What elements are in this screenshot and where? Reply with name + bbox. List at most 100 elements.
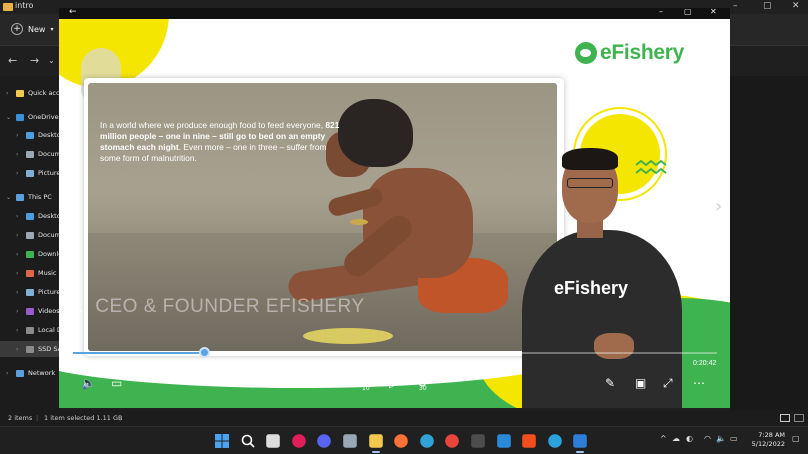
efishery-logo: eFishery xyxy=(575,41,684,65)
pictures-folder-icon xyxy=(26,169,34,177)
chevron-right-icon[interactable]: › xyxy=(16,327,22,334)
sidebar-item[interactable]: › Quick acc xyxy=(6,86,60,100)
status-divider: | xyxy=(119,414,122,422)
system-clock[interactable]: 7:28 AM 5/12/2022 xyxy=(751,431,785,449)
battery-icon[interactable]: ▭ xyxy=(730,434,738,443)
taskbar: ^ ☁ ◐ ◠ 🔈 ▭ 7:28 AM 5/12/2022 ▢ xyxy=(0,426,808,454)
volume-icon[interactable]: 🔈 xyxy=(81,376,96,390)
terminal-icon[interactable] xyxy=(471,434,485,448)
chevron-right-icon[interactable]: › xyxy=(16,289,22,296)
chevron-right-icon[interactable]: › xyxy=(16,132,22,139)
back-arrow-icon[interactable]: ← xyxy=(8,54,17,67)
star-icon xyxy=(16,89,24,97)
tiles-view-icon[interactable] xyxy=(794,414,804,422)
minimize-button[interactable]: – xyxy=(659,8,663,16)
more-options-icon[interactable]: ⋯ xyxy=(693,376,705,390)
notifications-icon[interactable]: ▢ xyxy=(792,434,800,443)
firefox-icon[interactable] xyxy=(394,434,408,448)
volume-icon[interactable]: 🔈 xyxy=(716,434,726,443)
sidebar-item[interactable]: › Videos xyxy=(16,304,60,318)
search-icon[interactable] xyxy=(240,433,256,449)
sidebar-item[interactable]: ⌄ This PC xyxy=(6,190,52,204)
skip-back-seconds: 10 xyxy=(362,385,370,392)
explorer-close-button[interactable]: ✕ xyxy=(792,1,800,11)
sidebar-item-label: Videos xyxy=(38,307,60,315)
sidebar-item[interactable]: › Pictures xyxy=(16,285,64,299)
new-button-label: New xyxy=(28,24,46,34)
file-explorer-icon[interactable] xyxy=(368,434,383,448)
new-button[interactable]: + New ▾ xyxy=(11,23,53,35)
chevron-right-icon[interactable]: › xyxy=(16,251,22,258)
settings-icon[interactable] xyxy=(343,434,357,448)
telegram-icon[interactable] xyxy=(547,434,562,448)
sidebar-item[interactable]: › Music xyxy=(16,266,57,280)
sidebar-item-label: This PC xyxy=(28,193,52,201)
mini-view-icon[interactable]: ▣ xyxy=(635,376,646,390)
headphones-icon[interactable]: ◐ xyxy=(686,434,693,443)
chevron-right-icon[interactable]: › xyxy=(715,196,722,217)
chevron-up-icon[interactable]: ^ xyxy=(660,434,667,443)
back-arrow-icon[interactable]: ← xyxy=(69,8,77,17)
vscode-icon[interactable] xyxy=(496,434,511,448)
edge-icon[interactable] xyxy=(419,434,434,448)
sidebar-item[interactable]: › Docume xyxy=(16,228,65,242)
fullscreen-icon[interactable]: ⤢ xyxy=(663,376,673,391)
total-duration: 0:20:42 xyxy=(693,360,717,367)
network-icon xyxy=(16,369,24,377)
maximize-button[interactable]: ▢ xyxy=(684,8,692,16)
presenter-video: eFishery xyxy=(522,148,697,408)
cloud-icon[interactable]: ☁ xyxy=(672,434,680,443)
media-player-icon[interactable] xyxy=(573,434,588,448)
sidebar-item[interactable]: › Downlo xyxy=(16,247,62,261)
explorer-content-area xyxy=(730,76,808,410)
status-bar: 2 items | 1 item selected 1.11 GB | xyxy=(0,410,808,426)
chevron-right-icon[interactable]: › xyxy=(16,170,22,177)
discord-icon[interactable] xyxy=(317,434,332,448)
sidebar-item-label: Music xyxy=(38,269,57,277)
start-icon[interactable] xyxy=(214,433,230,449)
edit-icon[interactable]: ✎ xyxy=(605,376,615,390)
drive-icon xyxy=(26,326,34,334)
explorer-maximize-button[interactable]: ▢ xyxy=(763,1,772,11)
documents-folder-icon xyxy=(26,231,34,239)
wifi-icon[interactable]: ◠ xyxy=(704,434,711,443)
chevron-down-icon[interactable]: ⌄ xyxy=(48,56,55,65)
forward-arrow-icon[interactable]: → xyxy=(30,54,39,67)
sidebar-item[interactable]: › Desktop xyxy=(16,128,65,142)
desktop-folder-icon xyxy=(26,212,34,220)
clock-date: 5/12/2022 xyxy=(751,440,785,448)
explorer-minimize-button[interactable]: – xyxy=(733,1,738,11)
chevron-down-icon[interactable]: ⌄ xyxy=(6,114,12,121)
sidebar-item[interactable]: › Pictures xyxy=(16,166,64,180)
sidebar-item[interactable]: › Local D xyxy=(16,323,62,337)
chevron-right-icon[interactable]: › xyxy=(6,90,12,97)
seek-handle[interactable] xyxy=(198,347,210,358)
chevron-right-icon[interactable]: › xyxy=(16,151,22,158)
chevron-down-icon[interactable]: ⌄ xyxy=(6,194,12,201)
seek-bar-fill xyxy=(73,352,204,354)
sidebar-item-label: Network xyxy=(28,369,56,377)
chrome-icon[interactable] xyxy=(445,434,460,448)
sidebar-item[interactable]: ⌄ OneDrive xyxy=(6,110,59,124)
pictures-folder-icon xyxy=(26,288,34,296)
elapsed-time: 0:04:12 xyxy=(73,360,97,367)
play-icon[interactable]: ▷ xyxy=(389,376,398,390)
close-button[interactable]: ✕ xyxy=(710,8,717,16)
chevron-right-icon[interactable]: › xyxy=(16,213,22,220)
slide-watermark: 1| CEO & FOUNDER EFISHERY xyxy=(73,296,365,317)
chevron-right-icon[interactable]: › xyxy=(6,370,12,377)
chevron-right-icon[interactable]: › xyxy=(16,270,22,277)
cloud-icon xyxy=(16,113,24,121)
details-view-icon[interactable] xyxy=(780,414,790,422)
sidebar-item[interactable]: › Network xyxy=(6,366,55,380)
task-view-icon[interactable] xyxy=(266,434,280,448)
figma-icon[interactable] xyxy=(522,434,536,448)
sidebar-item[interactable]: › Desktop xyxy=(16,209,65,223)
slack-icon[interactable] xyxy=(291,434,306,448)
sidebar-item[interactable]: › Docume xyxy=(16,147,65,161)
explorer-window-title: intro xyxy=(15,1,34,10)
captions-icon[interactable]: ▭ xyxy=(111,376,122,390)
chevron-right-icon[interactable]: › xyxy=(16,232,22,239)
chevron-right-icon[interactable]: › xyxy=(16,308,22,315)
chevron-right-icon[interactable]: › xyxy=(16,346,22,353)
